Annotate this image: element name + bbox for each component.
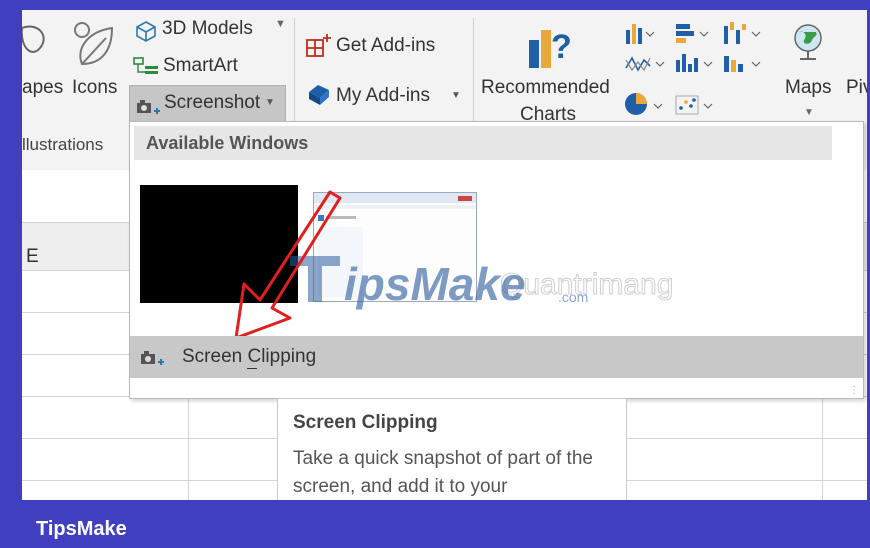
tooltip-title: Screen Clipping: [293, 412, 438, 433]
chevron-down-icon: ▼: [265, 97, 275, 108]
annotation-arrow: [234, 190, 342, 340]
store-plus-icon: [306, 34, 331, 57]
camera-icon: [137, 100, 160, 114]
column-header-e[interactable]: E: [26, 246, 39, 268]
excel-window: apes Icons llustrations 3D Models ▼ Smar…: [22, 10, 867, 500]
watermark-suffix: .com: [558, 289, 588, 305]
globe-icon: [794, 24, 822, 60]
footer-brand: TipsMake: [36, 518, 127, 540]
available-windows-label: Available Windows: [146, 133, 309, 153]
screenshot-label: Screenshot: [164, 92, 261, 113]
tooltip-body: Take a quick snapshot of part of the scr…: [293, 448, 593, 497]
chart-types-icon: [625, 22, 761, 115]
chevron-down-icon[interactable]: ▼: [804, 107, 814, 118]
icons-icon: [74, 22, 114, 66]
my-addins-button[interactable]: My Add-ins: [336, 85, 430, 107]
illustrations-group-label: llustrations: [22, 135, 104, 154]
3d-models-button[interactable]: 3D Models: [162, 18, 253, 40]
available-windows-header: Available Windows: [134, 126, 832, 160]
maps-button[interactable]: Maps: [785, 77, 831, 99]
pivot-chart-label[interactable]: Piv: [846, 77, 867, 99]
camera-icon: [141, 351, 164, 365]
recommended-charts-line1[interactable]: Recommended: [481, 77, 610, 99]
recommended-charts-icon: ?: [529, 28, 572, 68]
icons-button[interactable]: Icons: [72, 77, 117, 99]
3d-models-icon: [136, 21, 156, 42]
shapes-icon: [22, 25, 45, 53]
smartart-button[interactable]: SmartArt: [163, 55, 238, 77]
screen-clipping-tooltip: Screen Clipping Take a quick snapshot of…: [277, 398, 627, 500]
svg-text:?: ?: [551, 28, 572, 66]
get-addins-button[interactable]: Get Add-ins: [336, 35, 435, 57]
my-addins-icon: [309, 85, 329, 105]
smartart-icon: [133, 57, 158, 74]
screenshot-dropdown: Available Windows Quantrimang ipsMake .c…: [129, 121, 864, 399]
resize-grip-icon[interactable]: ⋮: [849, 385, 859, 396]
screen-clipping-item[interactable]: Screen Clipping: [130, 336, 863, 378]
shapes-label[interactable]: apes: [22, 77, 63, 99]
chevron-down-icon[interactable]: ▼: [451, 90, 461, 101]
clipping-accelerator-underline: [247, 368, 257, 369]
chevron-down-icon[interactable]: ▼: [275, 18, 286, 30]
screen-clipping-label: Screen Clipping: [182, 346, 317, 367]
watermark-text: ipsMake: [344, 258, 526, 310]
